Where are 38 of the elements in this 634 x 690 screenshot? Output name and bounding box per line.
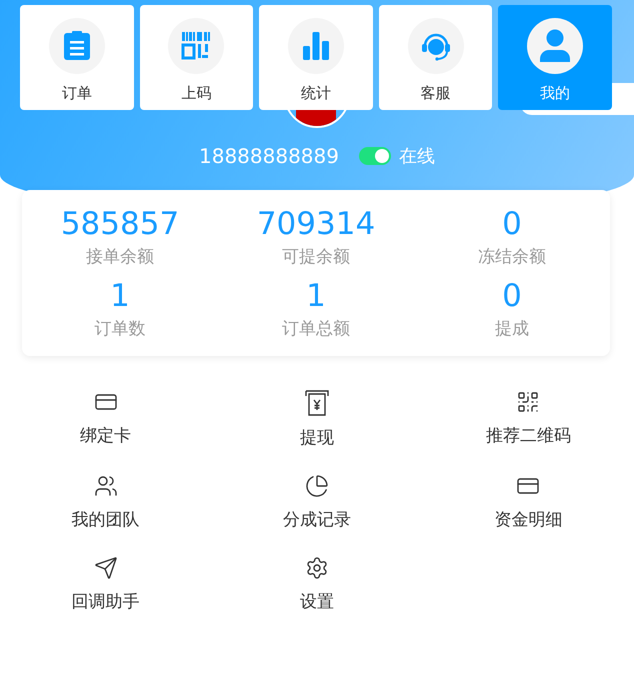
nav-tab[interactable]: 上码	[140, 5, 254, 110]
stat-value: 709314	[256, 205, 376, 244]
stat-label: 订单数	[94, 318, 146, 341]
menu-item[interactable]: 回调助手	[0, 556, 212, 614]
barcode-icon	[181, 32, 212, 60]
bar-chart-icon	[302, 32, 330, 60]
menu-item[interactable]: 提现	[211, 390, 423, 450]
menu-item[interactable]: 我的团队	[0, 474, 212, 532]
nav-tab[interactable]: 客服	[378, 5, 492, 110]
menu-item[interactable]: 绑定卡	[0, 390, 212, 450]
stat-value: 0	[502, 205, 522, 244]
headset-icon	[420, 31, 451, 61]
menu-item[interactable]: 资金明细	[422, 474, 634, 532]
online-toggle[interactable]	[358, 147, 391, 165]
users-icon	[94, 474, 118, 498]
status-label: 在线	[398, 145, 435, 168]
pie-chart-icon	[304, 474, 329, 498]
menu-item[interactable]: 推荐二维码	[422, 390, 634, 450]
nav-tab[interactable]: 统计	[259, 5, 373, 110]
stat-value: 585857	[60, 205, 180, 244]
stat-label: 订单总额	[282, 318, 350, 341]
clipboard-icon	[62, 31, 91, 61]
phone-number: 18888888889	[199, 144, 339, 168]
stat-value: 0	[502, 277, 522, 316]
stat-label: 可提余额	[282, 246, 350, 269]
settings-icon	[304, 556, 329, 580]
qr-code-icon	[516, 390, 540, 414]
stat-value: 1	[306, 277, 326, 316]
paper-plane-icon	[94, 556, 118, 580]
menu-item[interactable]: 分成记录	[211, 474, 423, 532]
withdraw-icon	[304, 390, 329, 416]
user-icon	[539, 29, 572, 63]
stat-label: 冻结余额	[478, 246, 546, 269]
menu-item[interactable]: 设置	[211, 556, 423, 614]
stat-label: 提成	[495, 318, 529, 341]
nav-tab[interactable]: 订单	[20, 5, 134, 110]
stat-value: 1	[110, 277, 130, 316]
stat-label: 接单余额	[86, 246, 154, 269]
